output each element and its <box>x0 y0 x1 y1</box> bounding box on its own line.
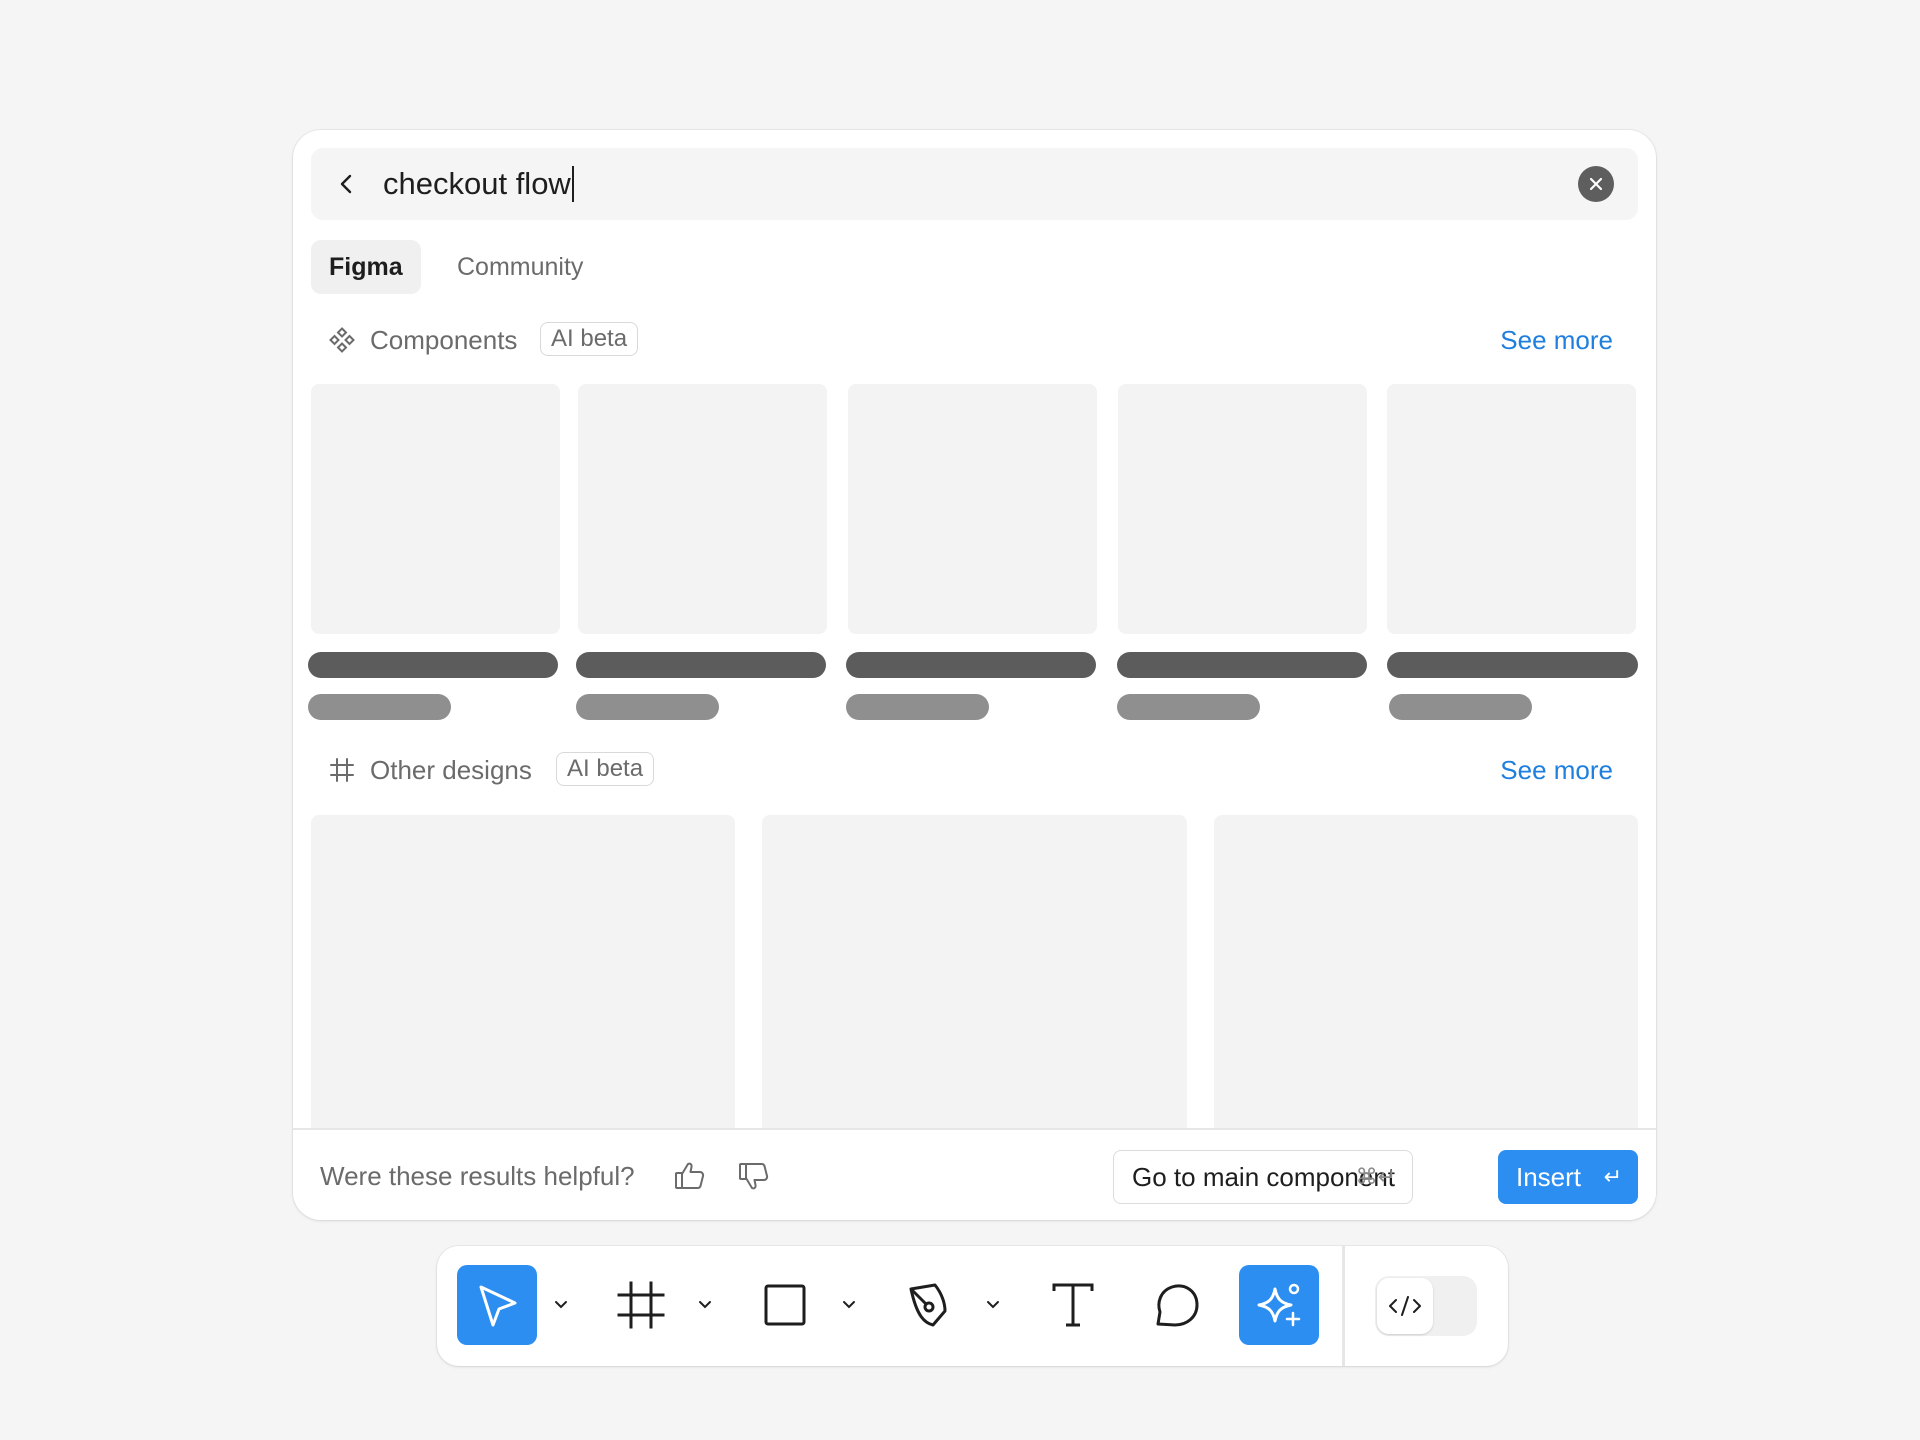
search-query-text: checkout flow <box>383 166 571 201</box>
comment-tool-button[interactable] <box>1137 1265 1217 1345</box>
tab-figma[interactable]: Figma <box>311 240 421 294</box>
feedback-question: Were these results helpful? <box>320 1161 635 1191</box>
see-more-link[interactable]: See more <box>1500 750 1613 790</box>
pen-tool-button[interactable] <box>889 1265 969 1345</box>
search-panel: checkout flow Figma Community Components… <box>293 130 1656 1220</box>
skeleton-subtitle-bar <box>1117 694 1260 720</box>
skeleton-title-bar <box>308 652 558 678</box>
ai-beta-badge: AI beta <box>540 322 639 356</box>
other-designs-section-header: Other designs AI beta See more <box>328 750 1628 790</box>
ai-beta-badge: AI beta <box>556 752 655 786</box>
component-icon <box>328 326 356 354</box>
shortcut-hint: ⌘↵ <box>1355 1164 1396 1189</box>
shortcut-hint: ↵ <box>1603 1164 1622 1189</box>
comment-icon <box>1156 1284 1199 1327</box>
chevron-down-icon[interactable] <box>553 1298 569 1310</box>
frame-icon <box>328 756 356 784</box>
see-more-link[interactable]: See more <box>1500 320 1613 360</box>
search-bar[interactable]: checkout flow <box>311 148 1638 220</box>
chevron-left-icon[interactable] <box>333 170 361 198</box>
design-result-thumbnail[interactable] <box>311 815 735 1135</box>
skeleton-subtitle-bar <box>308 694 451 720</box>
section-title: Components <box>370 325 518 355</box>
chevron-down-icon[interactable] <box>697 1298 713 1310</box>
skeleton-title-bar <box>576 652 826 678</box>
component-result-thumbnail[interactable] <box>578 384 827 634</box>
go-to-main-component-button[interactable]: Go to main component ⌘↵ <box>1113 1150 1413 1204</box>
move-tool-button[interactable] <box>457 1265 537 1345</box>
component-result-thumbnail[interactable] <box>1118 384 1367 634</box>
thumbs-down-icon[interactable] <box>737 1160 771 1197</box>
bottom-toolbar <box>437 1246 1508 1366</box>
skeleton-subtitle-bar <box>846 694 989 720</box>
skeleton-title-bar <box>1387 652 1638 678</box>
close-circle-icon[interactable] <box>1578 166 1614 202</box>
dev-mode-toggle-knob <box>1377 1278 1433 1334</box>
feedback-footer: Were these results helpful? Go to main c… <box>293 1128 1656 1220</box>
chevron-down-icon[interactable] <box>985 1298 1001 1310</box>
ai-actions-button[interactable] <box>1239 1265 1319 1345</box>
toolbar-divider <box>1342 1246 1345 1366</box>
dev-mode-toggle[interactable] <box>1375 1276 1477 1336</box>
frame-icon <box>617 1281 665 1329</box>
chevron-down-icon[interactable] <box>841 1298 857 1310</box>
ai-sparkle-icon <box>1257 1283 1301 1327</box>
cursor-icon <box>479 1285 517 1327</box>
search-input[interactable]: checkout flow <box>383 148 574 220</box>
code-icon <box>1389 1296 1421 1316</box>
insert-label: Insert <box>1516 1162 1582 1192</box>
design-result-thumbnail[interactable] <box>762 815 1187 1135</box>
skeleton-title-bar <box>1117 652 1367 678</box>
frame-tool-button[interactable] <box>601 1265 681 1345</box>
skeleton-subtitle-bar <box>1389 694 1532 720</box>
component-result-thumbnail[interactable] <box>311 384 560 634</box>
thumbs-up-icon[interactable] <box>673 1160 707 1197</box>
text-caret <box>571 165 574 202</box>
pen-icon <box>909 1283 947 1327</box>
component-result-thumbnail[interactable] <box>1387 384 1636 634</box>
text-icon <box>1052 1283 1094 1327</box>
shape-tool-button[interactable] <box>745 1265 825 1345</box>
section-title: Other designs <box>370 755 532 785</box>
rectangle-icon <box>764 1284 806 1326</box>
design-result-thumbnail[interactable] <box>1214 815 1638 1135</box>
component-result-thumbnail[interactable] <box>848 384 1097 634</box>
tab-community[interactable]: Community <box>439 240 601 294</box>
skeleton-subtitle-bar <box>576 694 719 720</box>
insert-button[interactable]: Insert ↵ <box>1498 1150 1638 1204</box>
text-tool-button[interactable] <box>1033 1265 1113 1345</box>
skeleton-title-bar <box>846 652 1096 678</box>
components-section-header: Components AI beta See more <box>328 320 1628 360</box>
